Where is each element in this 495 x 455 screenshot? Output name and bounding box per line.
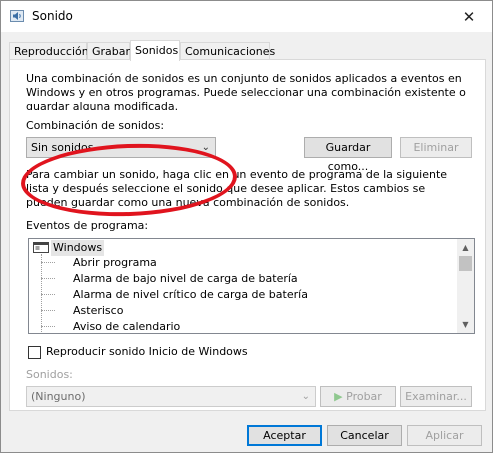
- tab-recording[interactable]: Grabar: [87, 42, 130, 59]
- tree-branch: [41, 278, 55, 279]
- sound-select[interactable]: (Ninguno) ⌄: [26, 386, 316, 407]
- scroll-up-icon[interactable]: ▲: [457, 239, 474, 256]
- title-bar: Sonido ✕: [1, 1, 492, 32]
- close-icon: ✕: [462, 7, 476, 26]
- list-item[interactable]: Aviso de calendario: [73, 319, 180, 333]
- sounds-panel: Una combinación de sonidos es un conjunt…: [9, 59, 486, 411]
- accept-button[interactable]: Aceptar: [247, 425, 322, 446]
- test-button-label: Probar: [346, 390, 382, 403]
- speaker-icon: [10, 10, 24, 22]
- cancel-button[interactable]: Cancelar: [327, 425, 402, 446]
- vertical-scrollbar[interactable]: ▲ ▼: [457, 239, 474, 333]
- tree-branch: [41, 294, 55, 295]
- chevron-down-icon: ⌄: [301, 391, 310, 402]
- window-title: Sonido: [32, 9, 73, 23]
- list-item[interactable]: Asterisco: [73, 303, 123, 319]
- sounds-label: Sonidos:: [26, 368, 73, 381]
- browse-button[interactable]: Examinar...: [400, 386, 472, 407]
- window-icon: [33, 242, 49, 253]
- sound-selected-value: (Ninguno): [31, 390, 86, 403]
- startup-sound-label: Reproducir sonido Inicio de Windows: [46, 345, 248, 358]
- close-button[interactable]: ✕: [446, 1, 492, 32]
- program-events-list[interactable]: Windows Abrir programa Alarma de bajo ni…: [28, 238, 475, 334]
- events-label: Eventos de programa:: [26, 219, 149, 232]
- tree-branch: [41, 326, 55, 327]
- apply-button[interactable]: Aplicar: [407, 425, 482, 446]
- list-item[interactable]: Alarma de nivel crítico de carga de bate…: [73, 287, 308, 303]
- save-as-button[interactable]: Guardar como...: [304, 137, 392, 173]
- play-icon: ▶: [334, 390, 343, 403]
- tab-sounds[interactable]: Sonidos: [130, 40, 180, 61]
- sound-dialog: Sonido ✕ Reproducción Grabar Sonidos Com…: [0, 0, 493, 453]
- scheme-label: Combinación de sonidos:: [26, 119, 165, 132]
- scroll-down-icon[interactable]: ▼: [457, 316, 474, 333]
- scheme-description: Una combinación de sonidos es un conjunt…: [26, 72, 466, 110]
- tab-playback[interactable]: Reproducción: [9, 42, 89, 59]
- startup-sound-checkbox[interactable]: [28, 346, 41, 359]
- scroll-thumb[interactable]: [459, 256, 472, 271]
- list-group-windows[interactable]: Windows: [51, 240, 105, 256]
- tree-branch: [41, 262, 55, 263]
- delete-button[interactable]: Eliminar: [400, 137, 472, 158]
- test-button[interactable]: ▶ Probar: [320, 386, 396, 407]
- list-item[interactable]: Abrir programa: [73, 255, 157, 271]
- tree-branch: [41, 310, 55, 311]
- list-item[interactable]: Alarma de bajo nivel de carga de batería: [73, 271, 298, 287]
- tab-communications[interactable]: Comunicaciones: [180, 42, 275, 59]
